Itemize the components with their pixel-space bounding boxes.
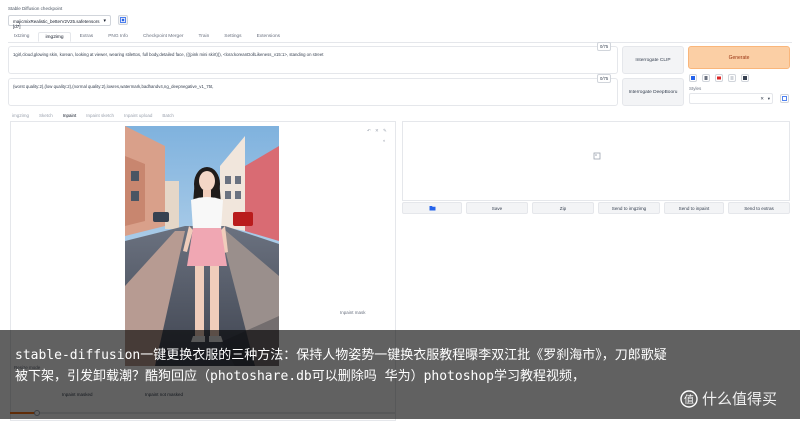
close-icon: ✕ — [760, 96, 764, 101]
watermark: 值 什么值得买 — [680, 388, 777, 409]
brush-size-icon[interactable]: ◐ — [383, 138, 386, 143]
zip-button[interactable]: Zip — [532, 202, 594, 214]
generate-button[interactable]: Generate — [688, 46, 790, 69]
styles-select[interactable]: ✕ ▾ — [689, 93, 773, 104]
send-to-img2img-button[interactable]: Send to img2img — [598, 202, 660, 214]
checkpoint-value: majicmixRealistic_betterV2V25.safetensor… — [13, 19, 100, 29]
save-button[interactable]: Save — [466, 202, 528, 214]
send-to-inpaint-button[interactable]: Send to inpaint — [664, 202, 724, 214]
tab-txt2img[interactable]: txt2img — [8, 32, 35, 42]
apply-style-icon — [782, 96, 787, 101]
positive-prompt-text: 1girl,cloud,glowing skin, korean, lookin… — [13, 52, 324, 57]
subtab-batch[interactable]: Batch — [162, 113, 174, 118]
brush-icon[interactable]: ✎ — [383, 128, 387, 134]
tab-png-info[interactable]: PNG Info — [102, 32, 134, 42]
interrogate-clip-button[interactable]: Interrogate CLIP — [622, 46, 684, 74]
inpaint-mask-label: Inpaint mask — [340, 310, 366, 315]
interrogate-deepbooru-button[interactable]: Interrogate DeepBooru — [622, 78, 684, 106]
refresh-checkpoint-button[interactable] — [118, 15, 128, 25]
negative-token-counter: 0/75 — [597, 74, 612, 83]
tab-train[interactable]: Train — [192, 32, 215, 42]
subtab-inpaint-sketch[interactable]: Inpaint sketch — [86, 113, 114, 118]
zhi-logo-icon: 值 — [680, 389, 698, 408]
card-icon[interactable] — [715, 74, 723, 82]
refresh-icon — [120, 17, 126, 23]
watermark-text: 什么值得买 — [702, 390, 778, 408]
subtab-inpaint[interactable]: Inpaint — [63, 113, 77, 118]
checkpoint-label: Stable Diffusion checkpoint — [8, 6, 63, 11]
tab-divider — [8, 42, 792, 43]
positive-token-counter: 0/75 — [597, 42, 612, 51]
clipboard-icon[interactable] — [728, 74, 736, 82]
styles-label: Styles — [689, 86, 702, 91]
chevron-down-icon: ▾ — [767, 96, 770, 101]
tab-checkpoint-merger[interactable]: Checkpoint Merger — [137, 32, 190, 42]
tab-img2img[interactable]: img2img — [38, 32, 71, 42]
save-style-icon[interactable] — [741, 74, 749, 82]
subtab-sketch[interactable]: Sketch — [39, 113, 53, 118]
checkpoint-select[interactable]: majicmixRealistic_betterV2V25.safetensor… — [8, 15, 111, 29]
apply-style-button[interactable] — [780, 94, 789, 103]
subtab-img2img[interactable]: img2img — [12, 113, 29, 118]
chevron-down-icon: ▾ — [103, 18, 106, 24]
svg-text:值: 值 — [684, 393, 694, 406]
close-icon[interactable]: ✕ — [375, 128, 379, 134]
paint-icon[interactable] — [689, 74, 697, 82]
img2img-subtabs: img2img Sketch Inpaint Inpaint sketch In… — [12, 113, 184, 118]
tab-extensions[interactable]: Extensions — [251, 32, 286, 42]
folder-icon — [429, 206, 435, 211]
caption-text: stable-diffusion一键更换衣服的三种方法：保持人物姿势一键换衣服教… — [15, 348, 667, 384]
main-tabs: txt2img img2img Extras PNG Info Checkpoi… — [8, 32, 289, 42]
negative-prompt-text: (worst quality:2),(low quality:2),(norma… — [13, 84, 214, 89]
positive-prompt-input[interactable]: 1girl,cloud,glowing skin, korean, lookin… — [8, 46, 618, 74]
negative-prompt-input[interactable]: (worst quality:2),(low quality:2),(norma… — [8, 78, 618, 106]
open-folder-button[interactable] — [402, 202, 462, 214]
output-gallery — [402, 121, 790, 201]
send-to-extras-button[interactable]: Send to extras — [728, 202, 790, 214]
trash-icon[interactable] — [702, 74, 710, 82]
subtab-inpaint-upload[interactable]: Inpaint upload — [124, 113, 152, 118]
undo-icon[interactable]: ↶ — [367, 128, 371, 134]
tab-settings[interactable]: Settings — [218, 32, 247, 42]
image-placeholder-icon — [593, 152, 601, 160]
tab-extras[interactable]: Extras — [74, 32, 100, 42]
